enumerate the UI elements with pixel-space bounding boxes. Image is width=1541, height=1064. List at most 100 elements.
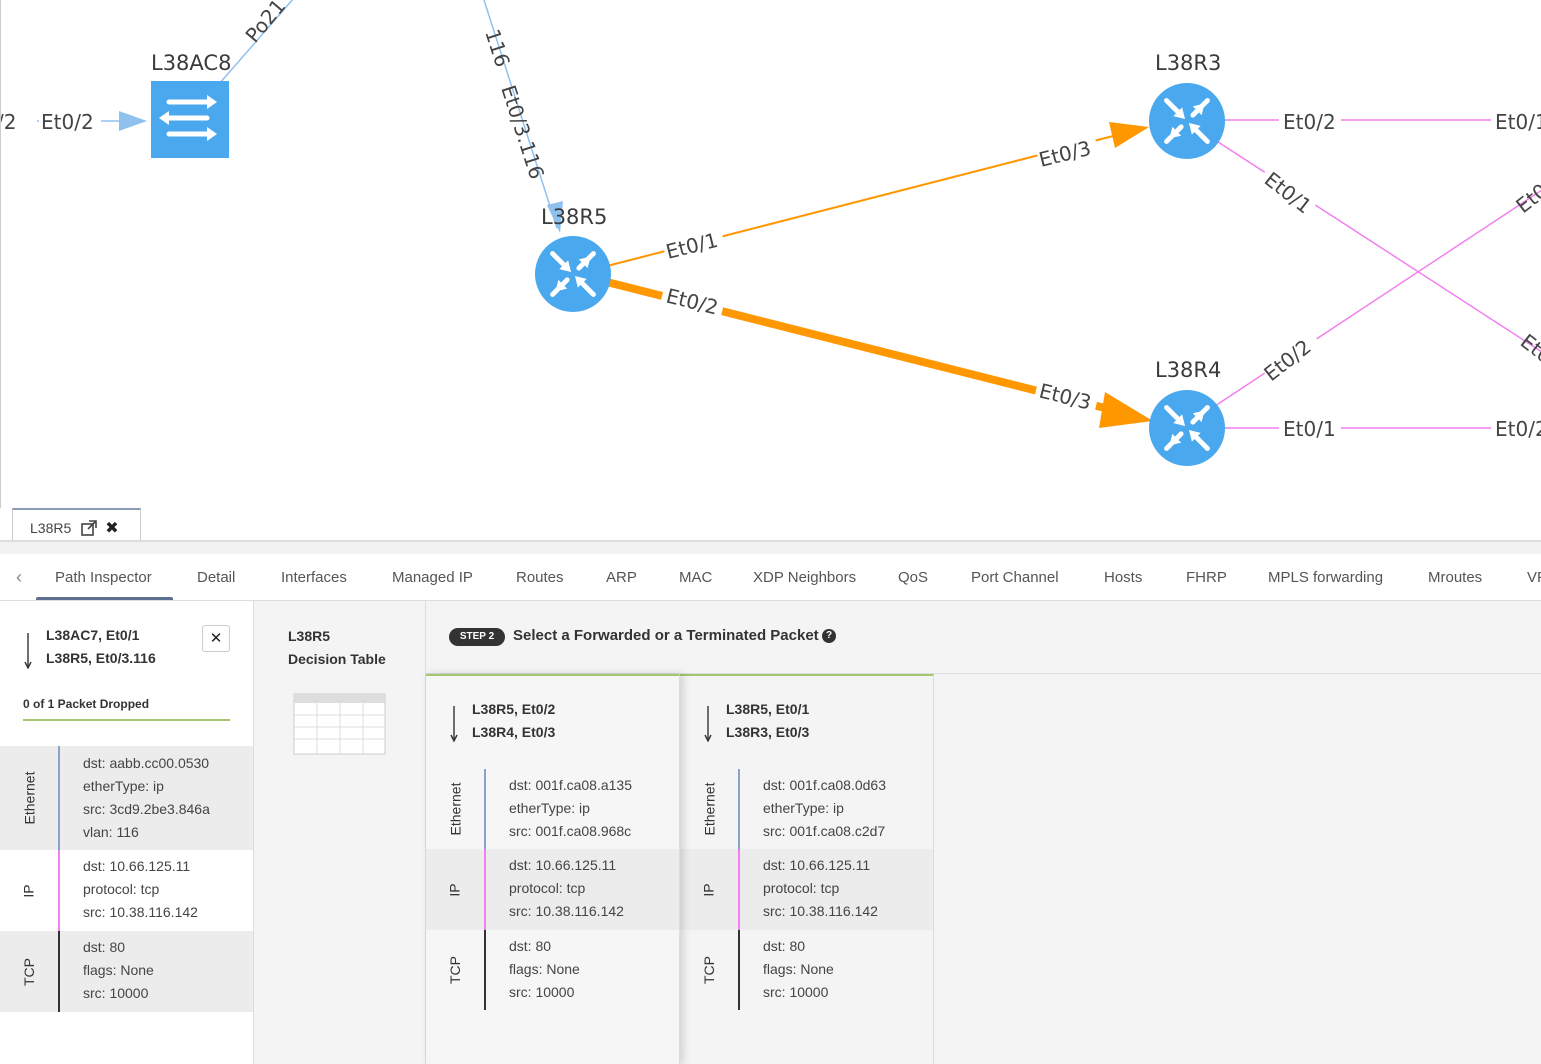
drop-status: 0 of 1 Packet Dropped [23,697,150,711]
label-r4-right: Et0/2 [1495,417,1541,441]
decision-label: Decision Table [288,651,386,667]
field: etherType: ip [509,800,590,816]
field: src: 001f.ca08.c2d7 [763,823,886,839]
field: dst: 80 [763,938,806,954]
tab-mroutes[interactable]: Mroutes [1428,554,1482,600]
router-icon [1149,390,1225,466]
packet-card[interactable]: L38R5, Et0/1 L38R3, Et0/3 Ethernet dst: … [680,674,934,1064]
label-far-right-mid: Et0 [1516,329,1541,368]
node-l38r5[interactable]: L38R5 [535,205,611,312]
packet-card[interactable]: L38R5, Et0/2 L38R4, Et0/3 Ethernet dst: … [426,674,680,1064]
decision-device: L38R5 [288,628,331,644]
close-icon[interactable]: ✖ [105,518,118,538]
field: dst: 10.66.125.11 [83,858,191,874]
detail-tabs: ‹ Path Inspector Detail Interfaces Manag… [0,554,1541,601]
field: vlan: 116 [83,824,139,840]
layer-ethernet: Ethernet dst: 001f.ca08.0d63 etherType: … [680,769,933,849]
field: src: 10.38.116.142 [763,903,878,919]
device-tab-label: L38R5 [30,520,72,536]
packet-to: L38R4, Et0/3 [472,724,556,740]
tab-detail[interactable]: Detail [197,554,235,600]
hop-pane: L38AC7, Et0/1 L38R5, Et0/3.116 ✕ 0 of 1 … [0,601,254,1064]
label-r5-top-a: 116 [480,26,515,70]
tab-interfaces[interactable]: Interfaces [281,554,347,600]
node-l38r3[interactable]: L38R3 [1149,51,1225,159]
path-inspector-content: L38AC7, Et0/1 L38R5, Et0/3.116 ✕ 0 of 1 … [0,601,1541,1064]
arrow-down-icon [24,633,32,669]
tab-qos[interactable]: QoS [898,554,928,600]
label-far-right-top: Et0 [1511,179,1541,218]
field: etherType: ip [83,778,164,794]
arrow-down-icon [704,706,712,742]
label-po21: Po21 [240,0,290,47]
field: dst: 10.66.125.11 [763,857,871,873]
field: src: 10000 [83,985,149,1001]
field: flags: None [763,961,834,977]
decision-table-pane[interactable]: L38R5 Decision Table [254,601,426,1064]
tab-routes[interactable]: Routes [516,554,564,600]
router-icon [1149,83,1225,159]
topology-canvas[interactable]: /2 Et0/2 Po21 116 Et0/3.116 Et0/1 Et0/3 … [1,0,1541,508]
chevron-left-icon[interactable]: ‹ [16,567,22,588]
tab-arp[interactable]: ARP [606,554,637,600]
node-l38ac8[interactable]: L38AC8 [151,51,231,158]
field: src: 001f.ca08.968c [509,823,632,839]
layer-name: TCP [701,956,717,984]
field: protocol: tcp [509,880,586,896]
layer-name: IP [446,882,463,897]
decision-title: L38R5 Decision Table [288,625,386,671]
tab-vf[interactable]: VF [1527,554,1541,600]
tab-mac[interactable]: MAC [679,554,712,600]
packet-to: L38R3, Et0/3 [726,724,810,740]
field: src: 3cd9.2be3.846a [83,801,210,817]
router-icon [535,236,611,312]
field: dst: 10.66.125.11 [509,857,617,873]
tab-port-channel[interactable]: Port Channel [971,554,1059,600]
external-link-icon[interactable] [81,520,98,536]
tab-xdp-neighbors[interactable]: XDP Neighbors [753,554,856,600]
layer-name: Ethernet [701,782,717,836]
field: dst: aabb.cc00.0530 [83,755,210,771]
step-title: Select a Forwarded or a Terminated Packe… [513,627,819,644]
field: protocol: tcp [83,881,160,897]
label-r3-et02: Et0/2 [1283,110,1336,134]
tab-fhrp[interactable]: FHRP [1186,554,1227,600]
layer-name: IP [700,882,717,897]
node-l38r4[interactable]: L38R4 [1149,358,1225,466]
field: dst: 80 [509,938,552,954]
layer-tcp: TCP dst: 80 flags: None src: 10000 [680,930,933,1010]
layer-name: IP [20,883,37,898]
tab-hosts[interactable]: Hosts [1104,554,1142,600]
help-icon[interactable]: ? [822,629,836,643]
layer-ethernet: Ethernet dst: aabb.cc00.0530 etherType: … [0,746,253,850]
step-header: STEP 2 Select a Forwarded or a Terminate… [426,601,1541,674]
field: src: 10000 [509,984,575,1000]
field: src: 10.38.116.142 [83,904,198,920]
layer-ip: IP dst: 10.66.125.11 protocol: tcp src: … [426,849,679,930]
tab-path-inspector[interactable]: Path Inspector [55,554,152,600]
field: src: 10.38.116.142 [509,903,624,919]
arrow-down-icon [450,706,458,742]
field: dst: 001f.ca08.0d63 [763,777,886,793]
field: protocol: tcp [763,880,840,896]
tab-managed-ip[interactable]: Managed IP [392,554,473,600]
step-pane: STEP 2 Select a Forwarded or a Terminate… [426,601,1541,1064]
link-r3-cross[interactable] [1214,139,1541,353]
close-icon[interactable]: ✕ [202,625,230,652]
field: flags: None [83,962,154,978]
topology-map[interactable]: /2 Et0/2 Po21 116 Et0/3.116 Et0/1 Et0/3 … [0,0,1541,508]
field: dst: 80 [83,939,126,955]
table-icon[interactable] [293,693,386,755]
layer-name: Ethernet [21,771,37,825]
layer-ip: IP dst: 10.66.125.11 protocol: tcp src: … [0,850,253,931]
layer-name: TCP [21,957,37,986]
label-ac8-left-b: Et0/2 [41,110,94,134]
step-badge: STEP 2 [449,628,505,646]
node-label-l38ac8: L38AC8 [151,51,231,75]
status-rule [23,719,230,721]
tab-mpls-forwarding[interactable]: MPLS forwarding [1268,554,1383,600]
layer-tcp: TCP dst: 80 flags: None src: 10000 [426,930,679,1010]
hop-from: L38AC7, Et0/1 [46,627,140,643]
node-label-l38r3: L38R3 [1155,51,1221,75]
field: src: 10000 [763,984,829,1000]
